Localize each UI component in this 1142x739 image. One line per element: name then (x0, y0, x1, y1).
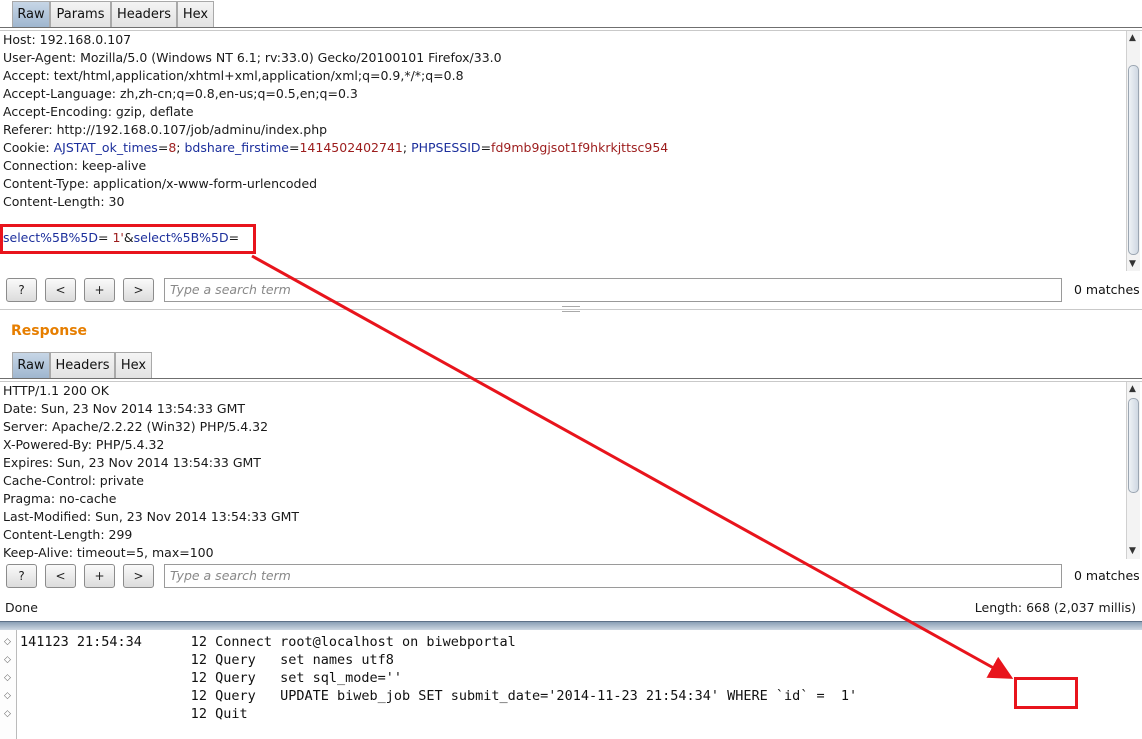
annotation-arrow (251, 254, 1014, 679)
